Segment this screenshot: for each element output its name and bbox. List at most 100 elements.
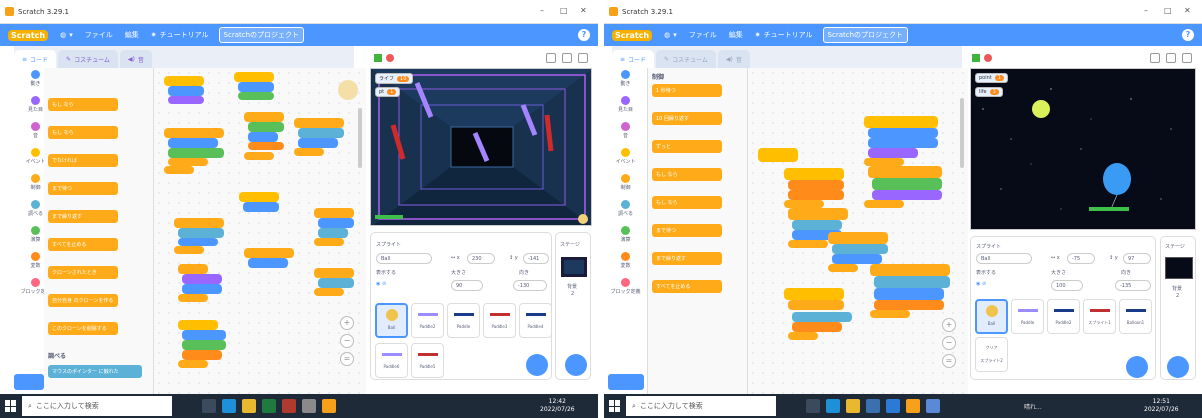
script-block[interactable] [874, 300, 944, 310]
script-block[interactable] [872, 178, 942, 190]
script-block[interactable] [248, 122, 284, 132]
variable-monitor-life[interactable]: ライフ 10 [375, 73, 414, 84]
script-block[interactable] [788, 332, 818, 340]
script-block[interactable] [168, 158, 208, 166]
script-block[interactable] [864, 116, 938, 128]
script-block[interactable] [784, 168, 844, 180]
palette-block[interactable]: もし なら [48, 98, 118, 111]
palette-block[interactable]: まで繰り返す [48, 210, 118, 223]
category-item[interactable]: 動き [604, 70, 647, 94]
x-field[interactable]: -75 [1067, 253, 1095, 264]
edge-icon[interactable] [222, 399, 236, 413]
script-block[interactable] [318, 218, 354, 228]
stop-icon[interactable] [386, 54, 394, 62]
zoom-out-button[interactable]: − [942, 336, 956, 350]
tutorial-menu[interactable]: ✷ チュートリアル [755, 30, 813, 40]
palette-block[interactable]: クローンされたとき [48, 266, 118, 279]
green-flag-icon[interactable] [374, 54, 382, 62]
sprite-tile[interactable]: Paddle [1011, 299, 1044, 334]
tab-code[interactable]: ≡ コード [14, 50, 57, 68]
script-block[interactable] [792, 312, 852, 322]
code-workspace[interactable]: + − = [748, 68, 968, 394]
sprite-tile[interactable]: Paddle2 [411, 303, 444, 338]
zoom-in-button[interactable]: + [942, 318, 956, 332]
y-field[interactable]: 97 [1123, 253, 1151, 264]
maximize-button[interactable]: □ [560, 6, 568, 15]
tab-costume[interactable]: ✎ コスチューム [656, 50, 716, 68]
script-block[interactable] [248, 142, 284, 150]
script-block[interactable] [298, 128, 344, 138]
palette-block[interactable]: でなければ [48, 154, 118, 167]
code-workspace[interactable]: + − = [154, 68, 366, 394]
category-item[interactable]: イベント [604, 148, 647, 172]
script-block[interactable] [828, 264, 858, 272]
sprite-tile[interactable]: Paddle3 [483, 303, 516, 338]
palette-block[interactable]: まで待つ [48, 182, 118, 195]
tab-costume[interactable]: ✎ コスチューム [58, 50, 118, 68]
store-icon[interactable] [866, 399, 880, 413]
script-block[interactable] [248, 132, 278, 142]
script-block[interactable] [244, 152, 274, 160]
edit-menu[interactable]: 編集 [729, 30, 743, 40]
block-palette[interactable]: もし なら もし なら でなければ まで待つ まで繰り返す すべてを止める クローンされたと… [44, 68, 154, 394]
explorer-icon[interactable] [846, 399, 860, 413]
stop-icon[interactable] [984, 54, 992, 62]
script-block[interactable] [244, 248, 294, 258]
category-item[interactable]: 演算 [604, 226, 647, 250]
close-button[interactable]: ✕ [1184, 6, 1191, 15]
script-block[interactable] [294, 148, 324, 156]
windows-start-icon[interactable] [5, 400, 17, 412]
script-block[interactable] [868, 128, 938, 138]
palette-block[interactable]: 10 回繰り返す [652, 112, 722, 125]
explorer-icon[interactable] [242, 399, 256, 413]
variable-monitor-point[interactable]: point 1 [975, 73, 1008, 83]
project-title-input[interactable]: Scratchのプロジェクト [822, 27, 909, 43]
script-block[interactable] [178, 294, 208, 302]
zoom-out-button[interactable]: − [340, 334, 354, 348]
category-item[interactable]: 音 [604, 122, 647, 146]
script-block[interactable] [168, 148, 224, 158]
file-menu[interactable]: ファイル [689, 30, 717, 40]
settings-icon[interactable] [302, 399, 316, 413]
app-icon[interactable] [926, 399, 940, 413]
sprite-tile[interactable]: Ball [975, 299, 1008, 334]
x-field[interactable]: 230 [467, 253, 495, 264]
script-block[interactable] [788, 208, 848, 220]
script-block[interactable] [182, 284, 222, 294]
small-stage-button[interactable] [1150, 53, 1160, 63]
edge-icon[interactable] [826, 399, 840, 413]
sprite-tile[interactable]: Paddle [447, 303, 480, 338]
script-block[interactable] [234, 72, 274, 82]
large-stage-button[interactable] [1166, 53, 1176, 63]
script-block[interactable] [168, 96, 204, 104]
script-block[interactable] [248, 258, 288, 268]
add-backdrop-button[interactable] [565, 354, 587, 376]
taskbar-search[interactable]: ⌕ ここに入力して検索 [626, 396, 776, 416]
sprite-tile[interactable]: Balloon1 [1119, 299, 1152, 334]
script-block[interactable] [178, 264, 208, 274]
visible-toggle[interactable]: ◉ ⊘ [976, 281, 986, 287]
script-block[interactable] [864, 158, 904, 166]
y-field[interactable]: -141 [523, 253, 549, 264]
direction-field[interactable]: -130 [513, 280, 547, 291]
help-icon[interactable]: ? [578, 29, 590, 41]
size-field[interactable]: 100 [1051, 280, 1083, 291]
minimize-button[interactable]: – [540, 6, 544, 15]
add-sprite-button[interactable] [526, 354, 548, 376]
script-block[interactable] [864, 200, 904, 208]
fullscreen-button[interactable] [578, 53, 588, 63]
script-block[interactable] [758, 148, 798, 162]
zoom-in-button[interactable]: + [340, 316, 354, 330]
palette-block[interactable]: マウスのポインター に触れた [48, 365, 142, 378]
stage-canvas[interactable]: ライフ 10 pt 1 [370, 68, 592, 226]
script-block[interactable] [294, 118, 344, 128]
language-menu[interactable]: ◍ ▾ [664, 31, 677, 39]
script-block[interactable] [868, 166, 942, 178]
project-title-input[interactable]: Scratchのプロジェクト [218, 27, 305, 43]
large-stage-button[interactable] [562, 53, 572, 63]
palette-block[interactable]: このクローンを削除する [48, 322, 118, 335]
workspace-scrollbar[interactable] [358, 108, 362, 168]
script-block[interactable] [238, 92, 274, 100]
category-item[interactable]: ブロック定義 [604, 278, 647, 302]
script-block[interactable] [168, 138, 218, 148]
